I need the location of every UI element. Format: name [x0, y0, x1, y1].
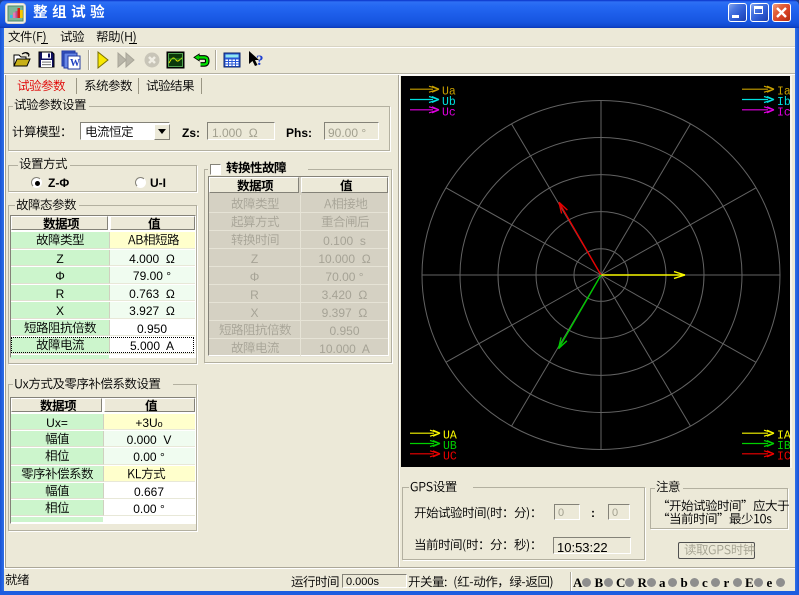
svg-text:IC: IC: [777, 450, 791, 463]
svg-text:UC: UC: [443, 450, 457, 463]
svg-text:?: ?: [256, 53, 264, 69]
svg-text:W: W: [70, 58, 80, 69]
svg-text:Uc: Uc: [442, 106, 456, 119]
svg-text:Ic: Ic: [777, 106, 791, 119]
